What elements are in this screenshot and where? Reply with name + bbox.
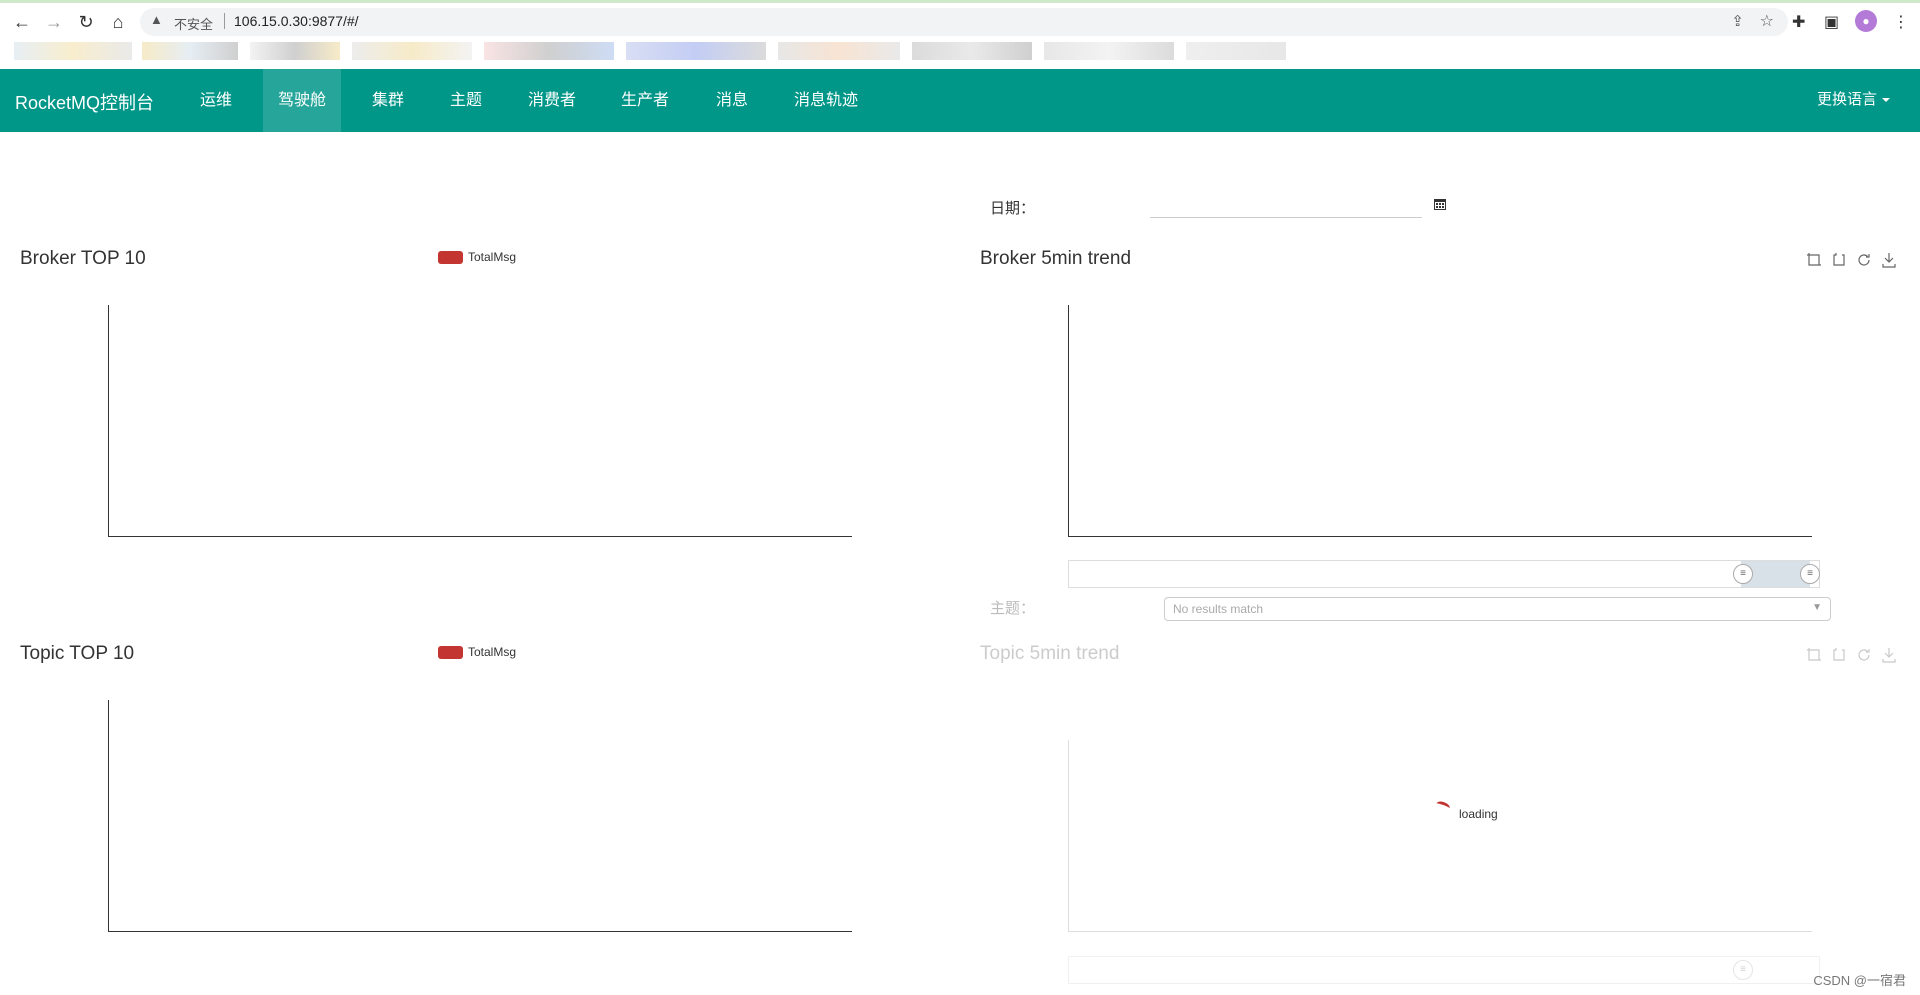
bookmarks-bar (0, 38, 1920, 68)
nav-item-topic[interactable]: 主题 (432, 69, 500, 132)
broker-trend-chart (1068, 305, 1812, 537)
browser-toolbar: ← → ↻ ⌂ ▲ 不安全 106.15.0.30:9877/#/ ⇪ ☆ ✚ … (0, 0, 1920, 38)
download-icon[interactable] (1881, 647, 1897, 663)
topic-label: 主题： (990, 600, 1036, 617)
nav-item-producer[interactable]: 生产者 (605, 69, 685, 132)
side-panel-icon[interactable]: ▣ (1824, 12, 1839, 32)
home-icon[interactable]: ⌂ (104, 9, 132, 35)
slider-handle-left[interactable]: ≡ (1733, 960, 1753, 980)
slider-handle-left[interactable]: ≡ (1733, 564, 1753, 584)
zoom-icon[interactable] (1806, 252, 1822, 268)
slider-handle-right[interactable]: ≡ (1800, 564, 1820, 584)
nav-item-ops[interactable]: 运维 (182, 69, 250, 132)
zoom-reset-icon[interactable] (1831, 647, 1847, 663)
broker-trend-toolbox (1806, 252, 1897, 268)
security-status: 不安全 (174, 17, 214, 32)
topic-top10-title: Topic TOP 10 (20, 643, 135, 664)
loading-text: loading (1459, 807, 1498, 821)
topic-trend-chart (1068, 740, 1812, 932)
zoom-icon[interactable] (1806, 647, 1822, 663)
legend-swatch (438, 646, 463, 660)
bookmark-item[interactable] (484, 42, 614, 60)
bookmark-item[interactable] (778, 42, 900, 60)
bookmark-item[interactable] (912, 42, 1032, 60)
topic-top10-legend[interactable]: TotalMsg (438, 645, 517, 660)
nav-item-message-trace[interactable]: 消息轨迹 (780, 69, 872, 132)
topic-select-value: No results match (1173, 602, 1264, 616)
date-input[interactable] (1150, 192, 1422, 218)
bookmark-item[interactable] (1186, 42, 1286, 60)
address-bar[interactable]: ▲ 不安全 106.15.0.30:9877/#/ ⇪ ☆ (140, 8, 1788, 36)
nav-item-cluster[interactable]: 集群 (354, 69, 422, 132)
language-dropdown[interactable]: 更换语言 (1817, 88, 1890, 109)
topic-top10-chart (108, 700, 852, 932)
legend-label: TotalMsg (468, 645, 517, 659)
legend-swatch (438, 251, 463, 265)
broker-trend-zoom-slider[interactable] (1068, 560, 1820, 588)
back-icon[interactable]: ← (8, 9, 36, 35)
language-label: 更换语言 (1816, 91, 1877, 108)
topic-trend-zoom-slider[interactable] (1068, 956, 1820, 984)
reload-icon[interactable]: ↻ (72, 9, 100, 35)
broker-top10-chart (108, 305, 852, 537)
forward-icon[interactable]: → (40, 9, 68, 35)
extensions-icon[interactable]: ✚ (1792, 12, 1805, 32)
profile-avatar[interactable]: ● (1855, 10, 1877, 32)
more-menu-icon[interactable]: ⋮ (1893, 12, 1909, 32)
divider (224, 13, 225, 29)
broker-top10-legend[interactable]: TotalMsg (438, 250, 517, 265)
bookmark-item[interactable] (142, 42, 238, 60)
bookmark-item[interactable] (352, 42, 472, 60)
calendar-icon[interactable] (1433, 197, 1447, 211)
share-icon[interactable]: ⇪ (1731, 12, 1744, 30)
topic-select[interactable]: No results match ▼ (1164, 597, 1831, 621)
caret-down-icon (1882, 98, 1890, 103)
broker-top10-title: Broker TOP 10 (20, 248, 146, 269)
zoom-reset-icon[interactable] (1831, 252, 1847, 268)
bookmark-item[interactable] (14, 42, 132, 60)
nav-item-message[interactable]: 消息 (698, 69, 766, 132)
date-label: 日期： (990, 200, 1036, 217)
bookmark-item[interactable] (626, 42, 766, 60)
topic-trend-toolbox (1806, 647, 1897, 663)
bookmark-star-icon[interactable]: ☆ (1760, 11, 1774, 31)
brand-title[interactable]: RocketMQ控制台 (15, 89, 154, 115)
watermark: CSDN @一宿君 (1813, 973, 1906, 988)
warning-icon: ▲ (150, 12, 163, 27)
bookmark-item[interactable] (1044, 42, 1174, 60)
bookmark-item[interactable] (250, 42, 340, 60)
chevron-down-icon: ▼ (1812, 602, 1822, 613)
nav-item-consumer[interactable]: 消费者 (512, 69, 592, 132)
broker-trend-title: Broker 5min trend (980, 248, 1132, 269)
restore-icon[interactable] (1856, 252, 1872, 268)
download-icon[interactable] (1881, 252, 1897, 268)
url-text[interactable]: 106.15.0.30:9877/#/ (234, 13, 359, 29)
app-navbar: RocketMQ控制台 运维 驾驶舱 集群 主题 消费者 生产者 消息 消息轨迹… (0, 69, 1920, 132)
restore-icon[interactable] (1856, 647, 1872, 663)
topic-trend-title: Topic 5min trend (980, 643, 1120, 664)
nav-item-dashboard[interactable]: 驾驶舱 (263, 69, 341, 132)
legend-label: TotalMsg (468, 250, 517, 264)
